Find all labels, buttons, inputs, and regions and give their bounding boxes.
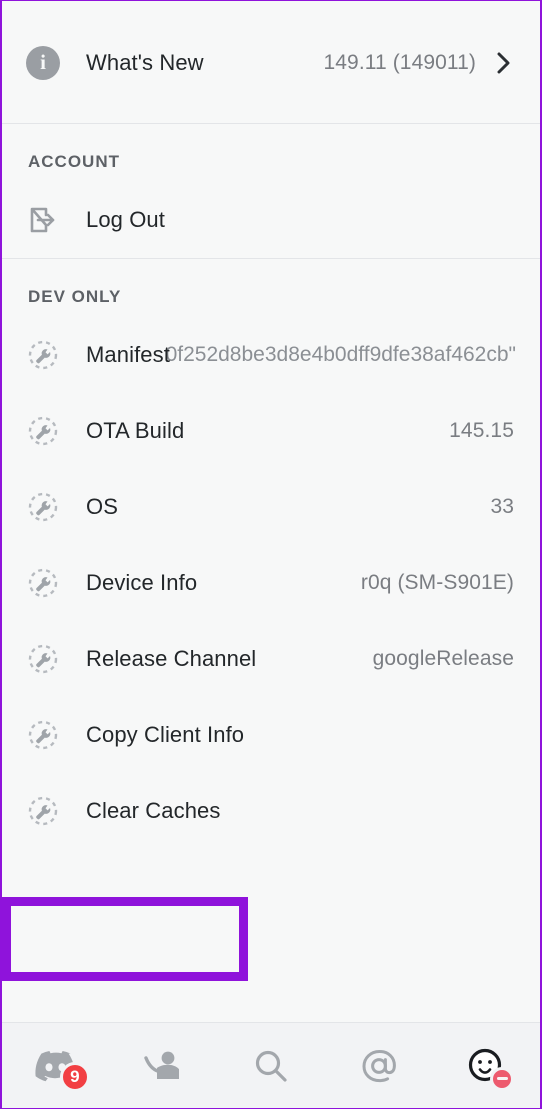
logout-icon bbox=[26, 204, 70, 236]
servers-unread-badge: 9 bbox=[59, 1061, 90, 1092]
wrench-icon bbox=[26, 490, 70, 524]
whats-new-version: 149.11 (149011) bbox=[323, 51, 476, 74]
wrench-icon bbox=[26, 566, 70, 600]
mentions-at-icon bbox=[359, 1046, 399, 1086]
row-os[interactable]: OS 33 bbox=[2, 469, 540, 545]
device-info-label: Device Info bbox=[86, 570, 198, 595]
search-icon bbox=[252, 1047, 290, 1085]
account-section: ACCOUNT Log Out bbox=[2, 124, 540, 258]
wrench-icon bbox=[26, 338, 70, 372]
nav-item-servers[interactable]: 9 bbox=[2, 1023, 110, 1108]
row-manifest[interactable]: 0f252d8be3d8e4b0dff9dfe38af462cb" Manife… bbox=[2, 317, 540, 393]
ota-build-label: OTA Build bbox=[86, 418, 185, 443]
dev-only-section-header: DEV ONLY bbox=[2, 259, 540, 317]
bottom-navigation-bar: 9 bbox=[2, 1022, 540, 1108]
row-clear-caches[interactable]: Clear Caches bbox=[2, 773, 540, 849]
wrench-icon bbox=[26, 414, 70, 448]
os-value: 33 bbox=[490, 495, 514, 518]
release-channel-label: Release Channel bbox=[86, 646, 257, 671]
wrench-icon bbox=[26, 642, 70, 676]
nav-item-friends[interactable] bbox=[110, 1023, 218, 1108]
wrench-icon bbox=[26, 794, 70, 828]
release-channel-value: googleRelease bbox=[372, 647, 514, 670]
highlight-annotation-clear-caches bbox=[2, 897, 248, 981]
row-log-out[interactable]: Log Out bbox=[2, 182, 540, 258]
whats-new-section: i What's New 149.11 (149011) bbox=[2, 1, 540, 123]
info-icon: i bbox=[26, 46, 70, 80]
copy-client-info-label: Copy Client Info bbox=[86, 722, 245, 747]
row-whats-new[interactable]: i What's New 149.11 (149011) bbox=[2, 25, 540, 101]
info-glyph: i bbox=[40, 49, 46, 74]
whats-new-label: What's New bbox=[86, 50, 204, 75]
account-section-header: ACCOUNT bbox=[2, 124, 540, 182]
status-badge-do-not-disturb bbox=[490, 1066, 515, 1091]
wrench-icon bbox=[26, 718, 70, 752]
chevron-right-icon bbox=[494, 50, 514, 76]
os-label: OS bbox=[86, 494, 118, 519]
nav-item-profile[interactable] bbox=[432, 1023, 540, 1108]
row-release-channel[interactable]: Release Channel googleRelease bbox=[2, 621, 540, 697]
manifest-label: Manifest bbox=[86, 342, 170, 367]
nav-item-mentions[interactable] bbox=[325, 1023, 433, 1108]
nav-item-search[interactable] bbox=[217, 1023, 325, 1108]
log-out-label: Log Out bbox=[86, 207, 165, 232]
dev-only-section: DEV ONLY 0f252d8be3d8e4b0dff9dfe38af462c… bbox=[2, 259, 540, 849]
device-info-value: r0q (SM-S901E) bbox=[360, 571, 514, 594]
row-copy-client-info[interactable]: Copy Client Info bbox=[2, 697, 540, 773]
settings-screen: i What's New 149.11 (149011) ACCOUNT Log… bbox=[0, 0, 542, 1109]
friends-icon bbox=[143, 1048, 183, 1084]
row-device-info[interactable]: Device Info r0q (SM-S901E) bbox=[2, 545, 540, 621]
row-ota-build[interactable]: OTA Build 145.15 bbox=[2, 393, 540, 469]
ota-build-value: 145.15 bbox=[449, 419, 514, 442]
clear-caches-label: Clear Caches bbox=[86, 798, 221, 823]
